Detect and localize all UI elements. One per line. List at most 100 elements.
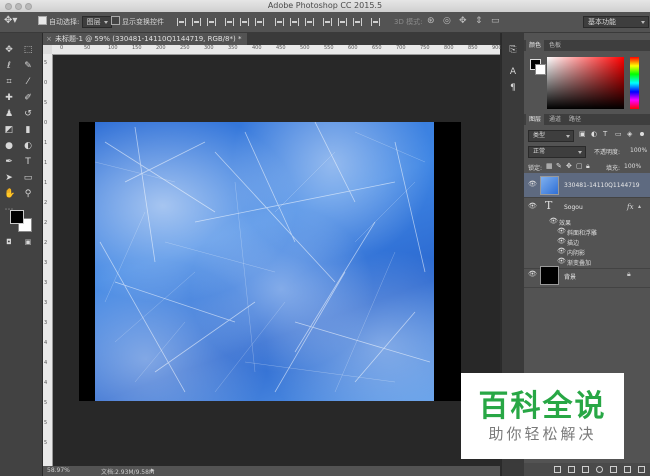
- pen-tool-icon[interactable]: ✒: [4, 157, 14, 167]
- move-tool-icon[interactable]: ✥▾: [4, 15, 17, 27]
- quick-mask-icon[interactable]: ◘: [4, 237, 14, 247]
- hue-slider[interactable]: [630, 57, 639, 109]
- brush-tool-icon[interactable]: ✐: [23, 93, 33, 103]
- delete-layer-icon[interactable]: [638, 466, 645, 473]
- distribute-middle-icon[interactable]: [290, 18, 299, 26]
- auto-select-dropdown[interactable]: 图层: [81, 16, 112, 28]
- character-panel-icon[interactable]: A: [508, 67, 518, 77]
- fill-value[interactable]: 100%: [624, 163, 641, 170]
- move-tool-icon[interactable]: ✥: [4, 45, 14, 55]
- lock-artboard-icon[interactable]: ▢: [576, 162, 583, 170]
- filter-shape-icon[interactable]: ▭: [615, 130, 622, 138]
- new-adjustment-icon[interactable]: [596, 466, 603, 473]
- new-layer-icon[interactable]: [624, 466, 631, 473]
- layer-row[interactable]: 👁︎ 背景 🔒︎: [524, 263, 650, 288]
- 3d-slide-icon[interactable]: ⇕: [475, 15, 483, 27]
- tab-swatches[interactable]: 色板: [546, 40, 564, 51]
- show-transform-checkbox[interactable]: [111, 16, 120, 25]
- show-transform-option[interactable]: 显示变换控件: [111, 16, 164, 28]
- tab-color[interactable]: 颜色: [526, 40, 545, 51]
- tab-channels[interactable]: 通道: [546, 114, 564, 125]
- quick-select-tool-icon[interactable]: ✎: [23, 61, 33, 71]
- document-canvas[interactable]: [79, 122, 461, 401]
- horizontal-ruler[interactable]: 0 50 100 150 200 250 300 350 400 450 500 550 600 650 7…: [52, 45, 502, 55]
- opacity-value[interactable]: 100%: [630, 147, 647, 154]
- workspace-dropdown[interactable]: 基本功能: [583, 16, 649, 28]
- hand-tool-icon[interactable]: ✋: [4, 189, 15, 199]
- distribute-bottom-icon[interactable]: [305, 18, 314, 26]
- lock-image-icon[interactable]: ✎: [556, 162, 562, 170]
- filter-adjustment-icon[interactable]: ◐: [591, 130, 597, 138]
- lock-position-icon[interactable]: ✥: [566, 162, 572, 170]
- layer-row[interactable]: 👁︎ T Sogou fx ▴: [524, 198, 650, 218]
- link-layers-icon[interactable]: [554, 466, 561, 473]
- tab-layers[interactable]: 图层: [526, 114, 545, 125]
- status-menu-icon[interactable]: ▸: [151, 466, 155, 474]
- color-saturation-picker[interactable]: [547, 57, 624, 109]
- add-mask-icon[interactable]: [582, 466, 589, 473]
- layer-fx-badge[interactable]: fx: [627, 203, 634, 211]
- vertical-ruler[interactable]: 5 0 5 0 1 1 1 2 2 2 3 3 3 3 4 4 4 5 5 5: [43, 54, 53, 466]
- align-left-icon[interactable]: [225, 18, 234, 26]
- zoom-tool-icon[interactable]: ⚲: [23, 189, 33, 199]
- rectangle-tool-icon[interactable]: ▭: [23, 173, 33, 183]
- color-panel-background-swatch[interactable]: [535, 64, 546, 75]
- lasso-tool-icon[interactable]: ℓ: [4, 61, 14, 71]
- history-panel-icon[interactable]: ⎘: [508, 45, 518, 55]
- align-top-icon[interactable]: [177, 18, 186, 26]
- 3d-roll-icon[interactable]: ◎: [443, 15, 451, 27]
- canvas-area[interactable]: [53, 55, 500, 466]
- layer-kind-filter[interactable]: 类型: [528, 130, 574, 142]
- blend-mode-dropdown[interactable]: 正常: [528, 146, 586, 158]
- close-tab-icon[interactable]: ×: [46, 33, 52, 45]
- lock-transparent-icon[interactable]: ▦: [546, 162, 553, 170]
- align-bottom-icon[interactable]: [207, 18, 216, 26]
- effect-eye-icon[interactable]: 👁︎: [557, 227, 566, 235]
- 3d-scale-icon[interactable]: ▭: [491, 15, 500, 27]
- distribute-top-icon[interactable]: [275, 18, 284, 26]
- 3d-drag-icon[interactable]: ✥: [459, 15, 467, 27]
- distribute-right-icon[interactable]: [353, 18, 362, 26]
- distribute-center-icon[interactable]: [338, 18, 347, 26]
- marquee-tool-icon[interactable]: ⬚: [23, 45, 33, 55]
- screen-mode-icon[interactable]: ▣: [23, 237, 33, 247]
- eyedropper-tool-icon[interactable]: ⁄: [23, 77, 33, 87]
- healing-brush-tool-icon[interactable]: ✚: [4, 93, 14, 103]
- align-center-icon[interactable]: [240, 18, 249, 26]
- visibility-eye-icon[interactable]: 👁︎: [528, 180, 537, 188]
- filter-toggle-icon[interactable]: [640, 132, 644, 136]
- eraser-tool-icon[interactable]: ◩: [4, 125, 14, 135]
- history-brush-tool-icon[interactable]: ↺: [23, 109, 33, 119]
- zoom-level[interactable]: 58.97%: [47, 467, 70, 474]
- clone-stamp-tool-icon[interactable]: ♟: [4, 109, 14, 119]
- filter-type-icon[interactable]: T: [603, 130, 607, 138]
- visibility-eye-icon[interactable]: 👁︎: [528, 202, 537, 210]
- filter-pixel-icon[interactable]: ▣: [579, 130, 586, 138]
- distribute-left-icon[interactable]: [323, 18, 332, 26]
- crop-tool-icon[interactable]: ⌗: [4, 77, 14, 87]
- effect-eye-icon[interactable]: 👁︎: [557, 247, 566, 255]
- path-select-tool-icon[interactable]: ➤: [4, 173, 14, 183]
- document-tab[interactable]: × 未标题-1 @ 59% (330481-14110Q1144719, RGB…: [43, 33, 248, 45]
- auto-select-option[interactable]: 自动选择: 图层: [38, 16, 112, 28]
- tab-paths[interactable]: 路径: [566, 114, 584, 125]
- effect-eye-icon[interactable]: 👁︎: [557, 237, 566, 245]
- new-group-icon[interactable]: [610, 466, 617, 473]
- collapse-effects-icon[interactable]: ▴: [638, 203, 641, 210]
- dodge-tool-icon[interactable]: ◐: [23, 141, 33, 151]
- align-middle-icon[interactable]: [192, 18, 201, 26]
- type-tool-icon[interactable]: T: [23, 157, 33, 167]
- foreground-color-swatch-top[interactable]: [10, 210, 24, 224]
- visibility-eye-icon[interactable]: 👁︎: [528, 270, 537, 278]
- gradient-tool-icon[interactable]: ▮: [23, 125, 33, 135]
- blur-tool-icon[interactable]: ●: [4, 141, 14, 151]
- align-right-icon[interactable]: [255, 18, 264, 26]
- paragraph-panel-icon[interactable]: ¶: [508, 83, 518, 93]
- 3d-rotate-icon[interactable]: ⊛: [427, 15, 435, 27]
- effects-eye-icon[interactable]: 👁︎: [549, 217, 558, 225]
- layer-row[interactable]: 👁︎ 330481-14110Q1144719: [524, 173, 650, 198]
- lock-all-icon[interactable]: 🔒︎: [586, 162, 590, 171]
- filter-smart-object-icon[interactable]: ◈: [627, 130, 632, 138]
- add-style-icon[interactable]: [568, 466, 575, 473]
- auto-select-checkbox[interactable]: [38, 16, 47, 25]
